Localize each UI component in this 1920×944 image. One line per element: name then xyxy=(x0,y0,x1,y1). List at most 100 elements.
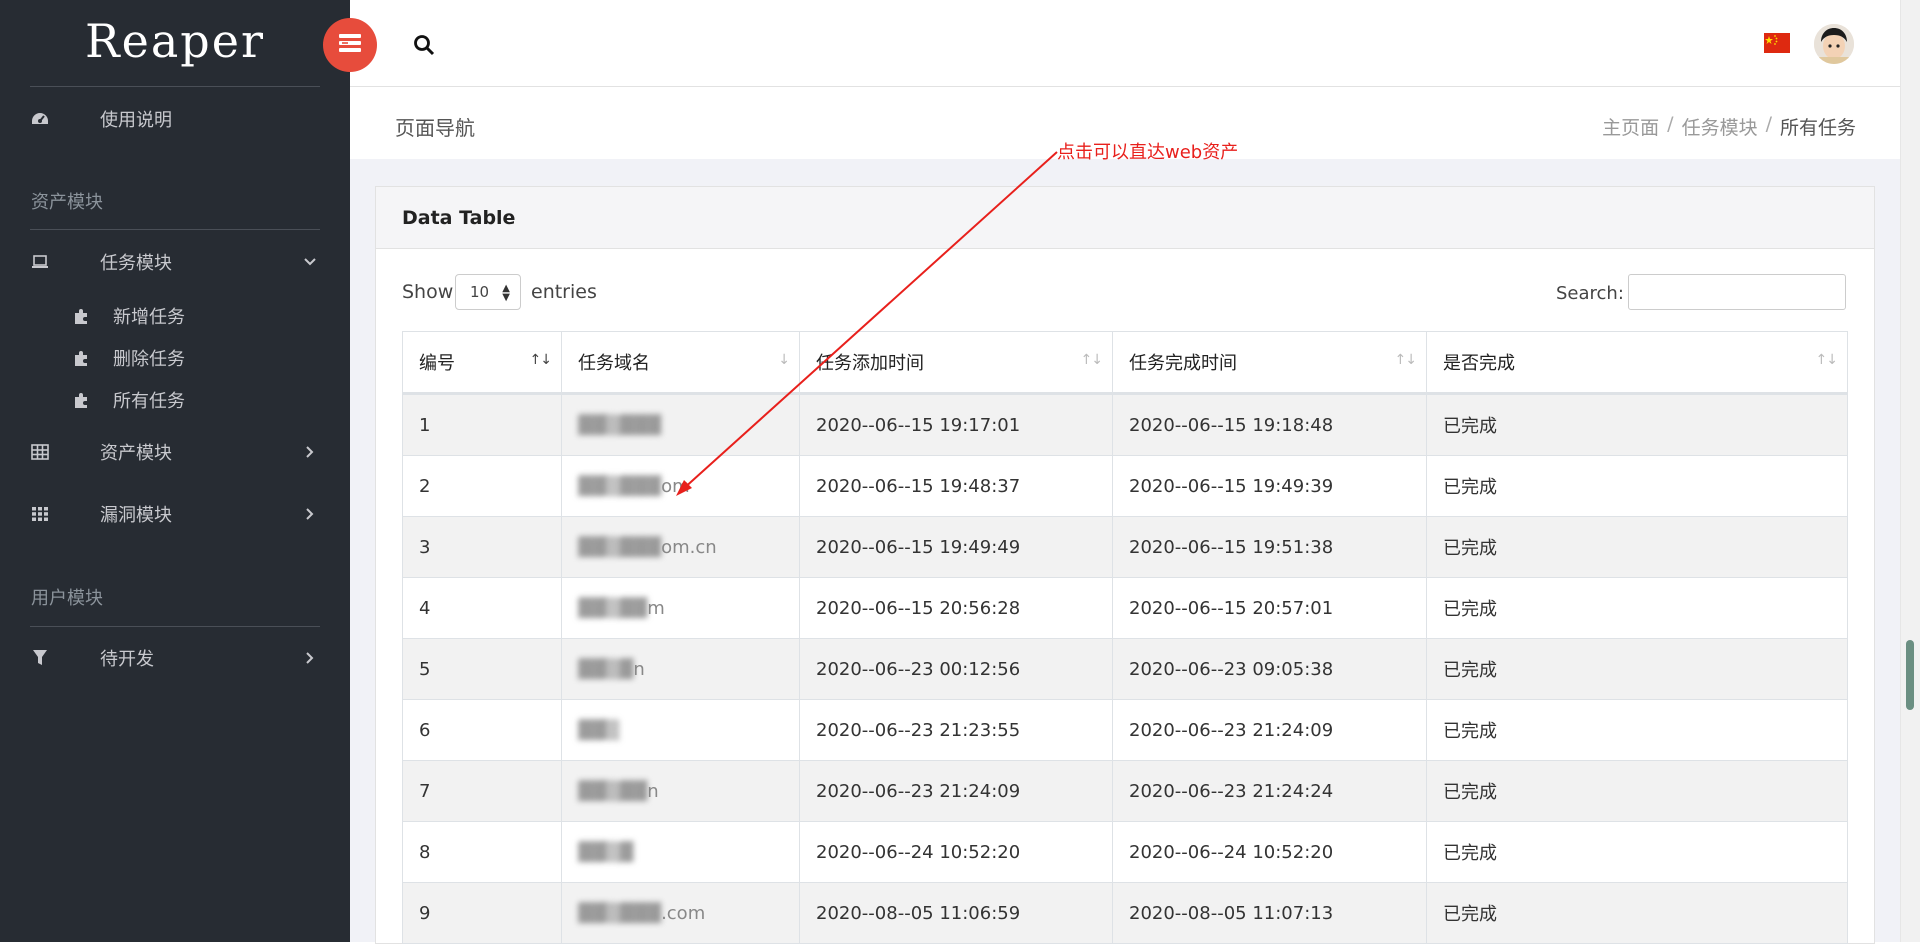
cell-added-time: 2020--06--23 00:12:56 xyxy=(799,638,1113,700)
app-logo[interactable]: Reaper xyxy=(0,0,350,86)
sidebar-item-vulns[interactable]: 漏洞模块 xyxy=(0,494,350,534)
sort-icon: ↑↓ xyxy=(1815,352,1838,368)
cell-domain[interactable]: ▓▓▒▓▓m xyxy=(561,577,800,639)
cell-domain[interactable]: ▓▓▒▓▓n xyxy=(561,760,800,822)
chevron-right-icon xyxy=(302,506,318,522)
redacted-domain[interactable]: ▓▓▒▓▓▓ xyxy=(578,537,661,558)
column-header-added-time[interactable]: 任务添加时间 ↑↓ xyxy=(799,331,1113,395)
sort-icon: ↓ xyxy=(778,352,790,368)
chevron-right-icon xyxy=(302,444,318,460)
cell-id: 3 xyxy=(402,516,562,578)
entries-label: entries xyxy=(531,281,597,303)
sidebar-item-label: 使用说明 xyxy=(100,110,172,131)
redacted-domain[interactable]: ▓▓▒▓▓ xyxy=(578,598,647,619)
sidebar-subitem-delete-task[interactable]: 删除任务 xyxy=(0,340,350,376)
cell-status: 已完成 xyxy=(1426,821,1848,883)
scrollbar-thumb[interactable] xyxy=(1906,640,1914,710)
breadcrumb-separator: / xyxy=(1667,113,1674,135)
redacted-domain[interactable]: ▓▓▒▓▓▓ xyxy=(578,415,661,436)
cell-done-time: 2020--08--05 11:07:13 xyxy=(1112,882,1427,944)
table-row: 2 ▓▓▒▓▓▓om 2020--06--15 19:48:37 2020--06--… xyxy=(402,455,1848,517)
cell-added-time: 2020--06--15 20:56:28 xyxy=(799,577,1113,639)
sort-icon: ↑↓ xyxy=(1080,352,1103,368)
cell-added-time: 2020--06--15 19:48:37 xyxy=(799,455,1113,517)
cell-domain[interactable]: ▓▓▒▓▓▓.com xyxy=(561,882,800,944)
menu-toggle-button[interactable] xyxy=(323,18,377,72)
redacted-domain[interactable]: ▓▓▒▓▓▓ xyxy=(578,476,661,497)
sidebar-item-todo[interactable]: 待开发 xyxy=(0,638,350,678)
cell-id: 8 xyxy=(402,821,562,883)
column-header-label: 编号 xyxy=(419,353,455,374)
sidebar-item-label: 漏洞模块 xyxy=(100,505,172,526)
domain-suffix[interactable]: n xyxy=(647,781,658,802)
china-flag-icon xyxy=(1764,33,1790,57)
redacted-domain[interactable]: ▓▓▒▓ xyxy=(578,659,633,680)
cell-status: 已完成 xyxy=(1426,638,1848,700)
domain-suffix[interactable]: .com xyxy=(661,903,705,924)
laptop-icon xyxy=(30,252,50,272)
user-avatar-button[interactable] xyxy=(1814,24,1854,64)
column-header-domain[interactable]: 任务域名 ↓ xyxy=(561,331,800,395)
chevron-down-icon xyxy=(302,254,318,270)
column-header-label: 任务添加时间 xyxy=(816,353,924,374)
entries-select[interactable]: 10 ▲ ▼ xyxy=(455,274,521,310)
cell-added-time: 2020--06--15 19:17:01 xyxy=(799,393,1113,456)
select-arrows-icon: ▲ ▼ xyxy=(502,283,510,303)
table-search-input[interactable] xyxy=(1628,274,1846,310)
redacted-domain[interactable]: ▓▓▒▓ xyxy=(578,842,633,863)
column-header-id[interactable]: 编号 ↑↓ xyxy=(402,331,562,395)
sidebar-subitem-add-task[interactable]: 新增任务 xyxy=(0,298,350,334)
divider xyxy=(30,626,320,627)
sidebar-subitem-all-tasks[interactable]: 所有任务 xyxy=(0,382,350,418)
sort-icon: ↑↓ xyxy=(529,352,552,368)
cell-status: 已完成 xyxy=(1426,516,1848,578)
breadcrumb-home[interactable]: 主页面 xyxy=(1602,113,1659,140)
sidebar-item-label: 任务模块 xyxy=(100,253,172,274)
cell-domain[interactable]: ▓▓▒▓▓▓om.cn xyxy=(561,516,800,578)
cell-id: 9 xyxy=(402,882,562,944)
column-header-status[interactable]: 是否完成 ↑↓ xyxy=(1426,331,1848,395)
domain-suffix[interactable]: n xyxy=(633,659,644,680)
cell-domain[interactable]: ▓▓▒▓▓▓om xyxy=(561,455,800,517)
sidebar-subitem-label: 新增任务 xyxy=(113,307,185,328)
dashboard-icon xyxy=(30,109,50,129)
sidebar-item-usage[interactable]: 使用说明 xyxy=(0,99,350,139)
redacted-domain[interactable]: ▓▓▒▓▓ xyxy=(578,781,647,802)
header-search-button[interactable] xyxy=(413,34,437,58)
sidebar-item-label: 资产模块 xyxy=(100,443,172,464)
redacted-domain[interactable]: ▓▓▒ xyxy=(578,720,620,741)
column-header-done-time[interactable]: 任务完成时间 ↑↓ xyxy=(1112,331,1427,395)
sidebar-item-tasks[interactable]: 任务模块 xyxy=(0,242,350,282)
breadcrumb-tasks[interactable]: 任务模块 xyxy=(1682,113,1758,140)
cell-added-time: 2020--06--23 21:24:09 xyxy=(799,760,1113,822)
cell-done-time: 2020--06--23 21:24:24 xyxy=(1112,760,1427,822)
cell-id: 6 xyxy=(402,699,562,761)
table-row: 6 ▓▓▒ 2020--06--23 21:23:55 2020--06--23 21… xyxy=(402,699,1848,761)
sidebar-item-assets[interactable]: 资产模块 xyxy=(0,432,350,472)
sidebar: Reaper 使用说明 资产模块 任务模块 新增任务 删除任务 所有任务 资产模… xyxy=(0,0,350,942)
table-row: 5 ▓▓▒▓n 2020--06--23 00:12:56 2020--06--23 … xyxy=(402,638,1848,700)
sort-icon: ↑↓ xyxy=(1394,352,1417,368)
cell-done-time: 2020--06--15 20:57:01 xyxy=(1112,577,1427,639)
table-header-row: 编号 ↑↓ 任务域名 ↓ 任务添加时间 ↑↓ 任务完成时间 ↑↓ 是否完成 ↑↓ xyxy=(402,331,1848,395)
domain-suffix[interactable]: om xyxy=(661,476,690,497)
search-icon xyxy=(413,35,435,60)
puzzle-icon xyxy=(72,391,90,409)
cell-domain[interactable]: ▓▓▒▓▓▓ xyxy=(561,393,800,456)
page-title: 页面导航 xyxy=(395,116,475,140)
cell-domain[interactable]: ▓▓▒▓ xyxy=(561,821,800,883)
page-scrollbar[interactable] xyxy=(1900,0,1920,942)
entries-value: 10 xyxy=(470,283,490,301)
cell-domain[interactable]: ▓▓▒ xyxy=(561,699,800,761)
card-title: Data Table xyxy=(402,207,516,229)
redacted-domain[interactable]: ▓▓▒▓▓▓ xyxy=(578,903,661,924)
language-flag-button[interactable] xyxy=(1764,33,1790,53)
domain-suffix[interactable]: om.cn xyxy=(661,537,717,558)
section-title-users: 用户模块 xyxy=(31,588,103,609)
data-table-card: Data Table Show 10 ▲ ▼ entries Search: 编号… xyxy=(375,186,1875,944)
cell-added-time: 2020--08--05 11:06:59 xyxy=(799,882,1113,944)
menu-icon xyxy=(338,33,362,57)
cell-domain[interactable]: ▓▓▒▓n xyxy=(561,638,800,700)
domain-suffix[interactable]: m xyxy=(647,598,665,619)
breadcrumb: 主页面 / 任务模块 / 所有任务 xyxy=(1602,113,1856,140)
